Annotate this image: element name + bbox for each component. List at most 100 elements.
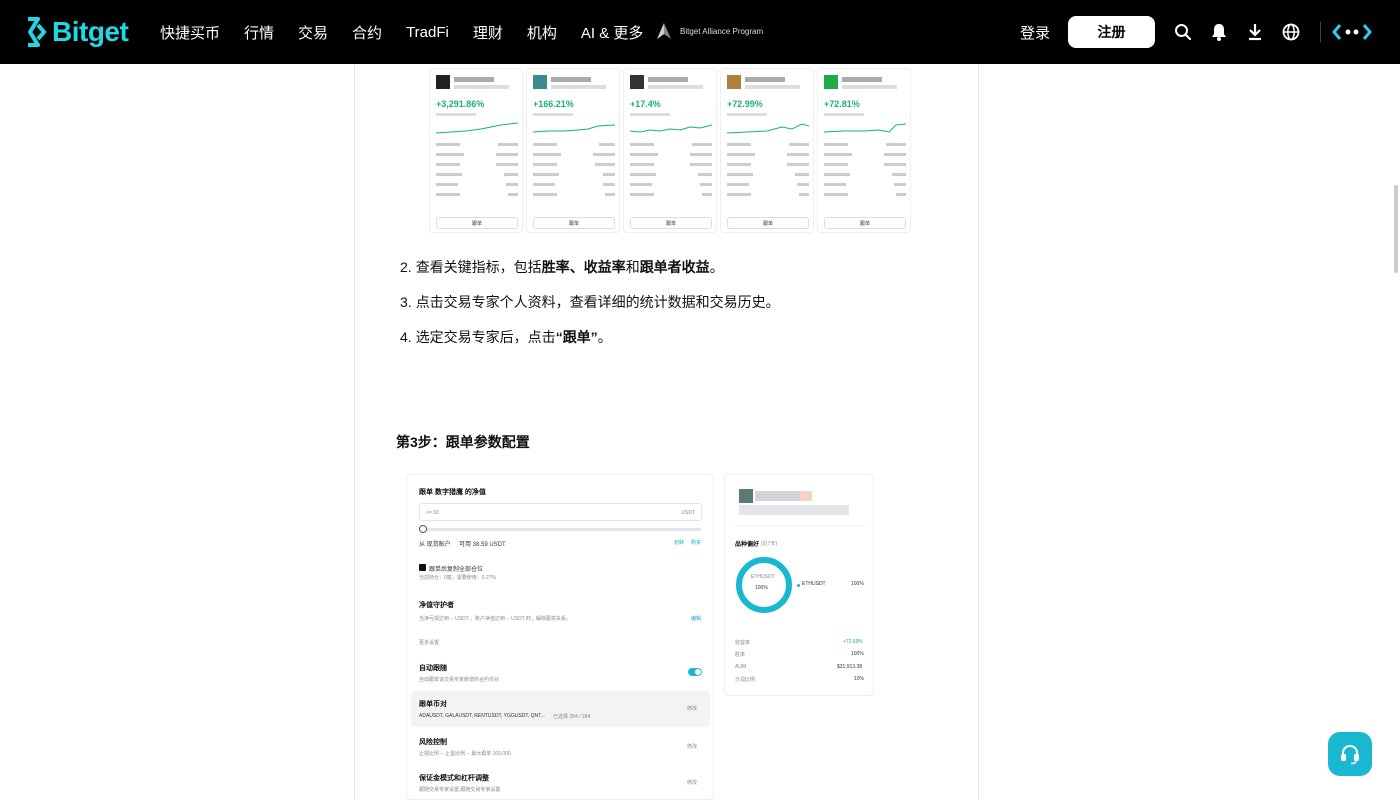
more-settings-toggle[interactable]: 更多设置 [419, 639, 439, 646]
download-icon[interactable] [1245, 22, 1265, 42]
step-separator: 、 [569, 259, 584, 275]
legend-pct: 100% [851, 581, 864, 587]
margin-title: 保证金模式和杠杆调整 [419, 775, 489, 782]
step-text: 。 [709, 259, 724, 275]
page-scrollbar[interactable] [1394, 185, 1398, 273]
step-text: 选定交易专家后，点击 [415, 329, 556, 345]
trader-avatar [824, 75, 838, 89]
copy-positions-sub: 当前持仓：0笔，需要使用：0.27% [419, 575, 496, 581]
customer-support-button[interactable] [1328, 732, 1372, 776]
margin-sub: 跟随交易专家设置,跟随交易专家设置 [419, 787, 501, 793]
copy-button[interactable]: 跟单 [727, 217, 809, 229]
steps-list: 2. 查看关键指标，包括胜率、收益率和跟单者收益。 3. 点击交易专家个人资料，查看… [400, 257, 960, 362]
copy-positions-checkbox[interactable] [419, 564, 426, 571]
step-bold-copier-pnl: 跟单者收益 [639, 259, 710, 275]
bell-icon[interactable] [1209, 22, 1229, 42]
pairs-edit-link[interactable]: 修改 [687, 705, 697, 712]
preference-title: 品种偏好 [735, 542, 760, 548]
amount-input[interactable]: >= 50 USDT [419, 503, 702, 521]
roi-sparkline [436, 122, 518, 134]
stat-value: 10% [854, 676, 865, 682]
roi-sparkline [533, 124, 615, 133]
trader-avatar [630, 75, 644, 89]
menu-quick-buy[interactable]: 快捷买币 [160, 22, 220, 43]
trader-card: +72.81% 跟单 [817, 68, 911, 233]
step-2: 2. 查看关键指标，包括胜率、收益率和跟单者收益。 [400, 257, 960, 277]
stat-label: 分润比例 [735, 677, 756, 683]
pairs-title: 跟单币对 [419, 701, 447, 708]
amount-unit: USDT [681, 510, 695, 516]
copy-button[interactable]: 跟单 [436, 217, 518, 229]
bitget-logo-icon [28, 17, 47, 47]
trader-roi: +3,291.86% [436, 99, 485, 109]
menu-ai-more[interactable]: AI & 更多 [581, 22, 644, 43]
guardian-edit-link[interactable]: 编辑 [691, 615, 701, 622]
margin-edit-link[interactable]: 修改 [687, 779, 697, 786]
alliance-program-link[interactable]: Bitget Alliance Program [656, 22, 763, 40]
trader-avatar [727, 75, 741, 89]
trader-cards-image: +3,291.86% 跟单 +166.21% 跟单 +17.4% 跟单 +72.… [429, 64, 919, 234]
register-button[interactable]: 注册 [1068, 16, 1155, 48]
pairs-count: 已选择 284 / 284 [553, 714, 591, 720]
step-number: 4. [400, 329, 412, 345]
trader-meta-blur [745, 85, 800, 89]
bitget-logo[interactable]: Bitget [24, 14, 129, 50]
roi-label-blur [727, 113, 767, 116]
pairs-row[interactable]: 跟单币对 ADAUSDT, GALAUSDT, RENTUSDT, YGGUSD… [411, 691, 710, 727]
roi-label-blur [630, 113, 670, 116]
donut-pct: 100% [755, 585, 768, 591]
donut-label: ETHUSDT [751, 574, 775, 580]
menu-earn[interactable]: 理财 [473, 22, 503, 43]
account-selector[interactable]: 从 现货账户 [419, 539, 451, 548]
trader-name-blur [745, 77, 785, 82]
divider [735, 525, 865, 526]
trader-badge-blur [800, 491, 812, 501]
menu-institutional[interactable]: 机构 [527, 22, 557, 43]
globe-icon[interactable] [1281, 22, 1301, 42]
article-content: +3,291.86% 跟单 +166.21% 跟单 +17.4% 跟单 +72.… [354, 64, 979, 800]
risk-edit-link[interactable]: 修改 [687, 743, 697, 750]
slider-handle[interactable] [419, 525, 427, 533]
preference-period: (近7天) [761, 541, 778, 547]
stat-value: $31,913.38 [837, 664, 863, 670]
section-title: 第3步：跟单参数配置 [396, 434, 530, 450]
amount-slider[interactable] [421, 528, 701, 531]
step-4: 4. 选定交易专家后，点击“跟单”。 [400, 327, 960, 347]
alliance-icon [657, 23, 671, 39]
copy-settings-image: 跟单 数字猎鹰 的净值 >= 50 USDT 从 现货账户 可用 38.59 U… [406, 474, 714, 800]
trader-meta-blur [842, 85, 897, 89]
risk-sub: 止损比例 -- 止盈比例 -- 最大跟单 100,000 [419, 751, 511, 757]
legend-dot [797, 584, 800, 587]
trader-roi: +72.81% [824, 99, 860, 109]
risk-title: 风险控制 [419, 739, 447, 746]
stat-label: AUM [735, 664, 747, 670]
trader-card: +17.4% 跟单 [623, 68, 717, 233]
login-link[interactable]: 登录 [1020, 22, 1050, 43]
menu-markets[interactable]: 行情 [244, 22, 274, 43]
guardian-title: 净值守护者 [419, 602, 454, 609]
auto-follow-toggle[interactable] [688, 668, 702, 676]
headset-icon [1341, 744, 1359, 765]
settings-title: 跟单 数字猎鹰 的净值 [419, 489, 486, 496]
step-bold-copy: “跟单” [555, 329, 598, 345]
nav-divider [1320, 22, 1321, 42]
roi-sparkline [630, 124, 712, 133]
copy-button[interactable]: 跟单 [533, 217, 615, 229]
trader-meta-blur [648, 85, 703, 89]
pairs-list: ADAUSDT, GALAUSDT, RENTUSDT, YGGUSDT, QN… [419, 713, 545, 719]
menu-futures[interactable]: 合约 [352, 22, 382, 43]
trader-meta-blur [739, 505, 849, 515]
copy-button[interactable]: 跟单 [824, 217, 906, 229]
trader-name-blur [454, 77, 494, 82]
guardian-desc: 当净亏损达到 -- USDT ，账户净值达到 -- USDT 时，解除跟单关系。 [419, 616, 572, 622]
more-icon[interactable] [1332, 24, 1372, 40]
trader-name-blur [755, 491, 800, 501]
search-icon[interactable] [1173, 22, 1193, 42]
menu-trade[interactable]: 交易 [298, 22, 328, 43]
stat-value: 100% [851, 651, 864, 657]
stat-label: 收益率 [735, 640, 751, 646]
buy-link[interactable]: 购买 [691, 539, 701, 546]
menu-tradfi[interactable]: TradFi [406, 24, 449, 41]
copy-button[interactable]: 跟单 [630, 217, 712, 229]
transfer-link[interactable]: 划转 [674, 539, 684, 546]
